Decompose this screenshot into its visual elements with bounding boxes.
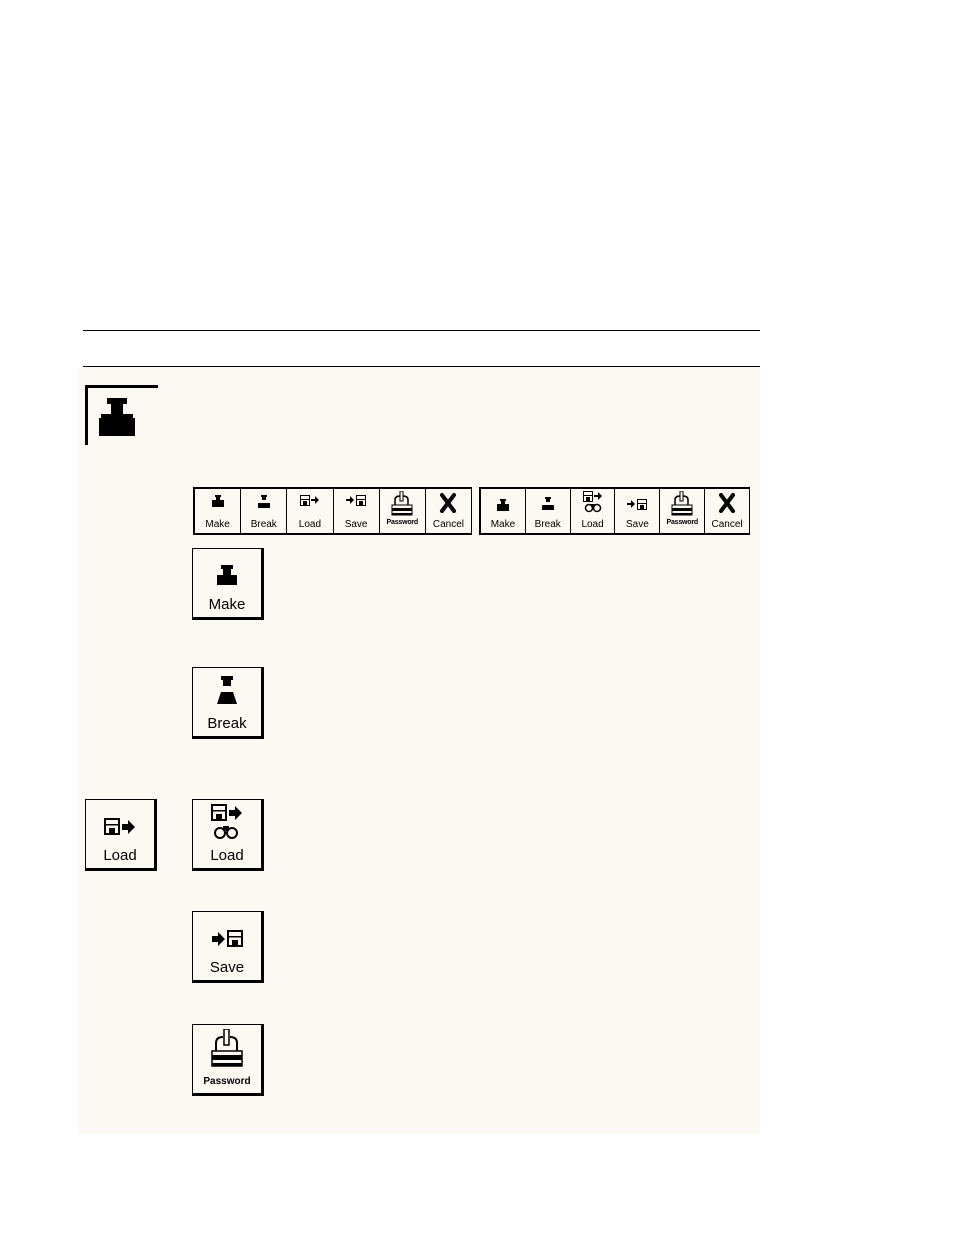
top-rule: [83, 330, 760, 331]
break-icon: [541, 497, 554, 510]
break-button[interactable]: Break: [192, 667, 264, 739]
save-icon: [627, 499, 648, 510]
break-icon: [257, 495, 270, 508]
password-lock-icon: [671, 491, 693, 516]
toolbar-button-label: Make: [205, 519, 230, 530]
make-button-label: Make: [208, 596, 246, 613]
toolbar-with-preview: Make Break Load Save Password Cancel: [479, 487, 750, 535]
toolbar-cancel-button[interactable]: Cancel: [425, 489, 472, 533]
break-icon: [217, 676, 237, 704]
toolbar-break-button[interactable]: Break: [241, 489, 288, 533]
toolbar-load-preview-button[interactable]: Load: [570, 489, 616, 533]
toolbar-button-label: Save: [626, 519, 649, 530]
break-button-label: Break: [207, 715, 247, 732]
toolbar-save-button[interactable]: Save: [615, 489, 661, 533]
toolbar-cancel-button[interactable]: Cancel: [705, 489, 749, 533]
cancel-x-icon: [440, 493, 457, 513]
make-icon: [217, 565, 237, 585]
load-button-standard[interactable]: Load: [85, 799, 157, 871]
content-panel: [78, 367, 760, 1134]
load-button-label: Load: [210, 847, 244, 864]
toolbar-button-label: Cancel: [432, 519, 465, 530]
load-preview-icon: [211, 804, 242, 839]
save-icon: [212, 930, 243, 947]
toolbar-make-button[interactable]: Make: [195, 489, 242, 533]
password-lock-icon: [211, 1029, 243, 1067]
toolbar-password-button[interactable]: Password: [379, 489, 426, 533]
load-icon: [299, 495, 319, 506]
toolbar-load-button[interactable]: Load: [287, 489, 334, 533]
load-button-label: Load: [103, 847, 137, 864]
make-icon: [211, 495, 224, 507]
cancel-x-icon: [719, 493, 736, 513]
toolbar-password-button[interactable]: Password: [660, 489, 706, 533]
toolbar-break-button[interactable]: Break: [525, 489, 571, 533]
toolbar-button-label: Load: [581, 519, 604, 530]
toolbar-make-button[interactable]: Make: [481, 489, 526, 533]
save-icon: [346, 495, 367, 506]
load-icon: [104, 818, 135, 835]
make-icon: [496, 499, 509, 511]
toolbar-button-label: Make: [490, 519, 516, 530]
toolbar-button-label: Password: [666, 519, 698, 526]
save-button-label: Save: [209, 959, 245, 976]
toolbar-button-label: Break: [250, 519, 277, 530]
toolbar-button-label: Break: [534, 519, 561, 530]
toolbar-button-label: Cancel: [711, 519, 743, 530]
section-icon-box: [85, 385, 158, 445]
make-button[interactable]: Make: [192, 548, 264, 620]
toolbar-button-label: Load: [298, 519, 322, 530]
load-preview-icon: [582, 491, 602, 513]
save-button[interactable]: Save: [192, 911, 264, 983]
load-preview-button[interactable]: Load: [192, 799, 264, 871]
toolbar-save-button[interactable]: Save: [333, 489, 380, 533]
password-button[interactable]: Password: [192, 1024, 264, 1096]
make-icon: [99, 398, 135, 436]
toolbar-button-label: Save: [344, 519, 368, 530]
password-lock-icon: [391, 491, 413, 516]
password-button-label: Password: [203, 1076, 251, 1087]
toolbar-button-label: Password: [386, 519, 419, 526]
toolbar-standard: Make Break Load Save Password Cancel: [193, 487, 472, 535]
